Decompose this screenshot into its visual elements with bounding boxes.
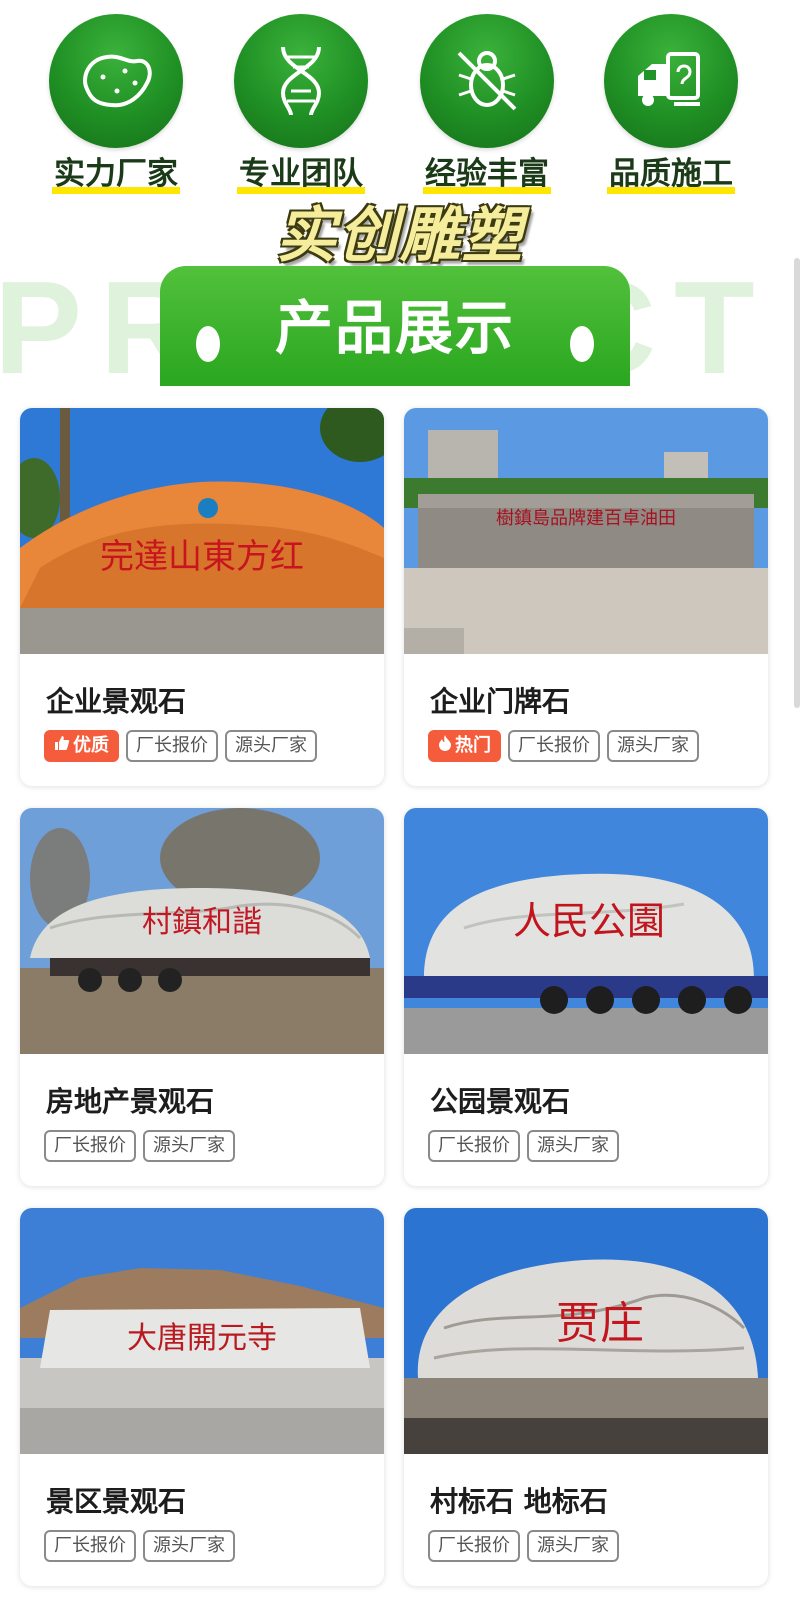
feature-item-experience[interactable]: 经验丰富 (412, 14, 562, 194)
feature-label: 实力厂家 (52, 154, 180, 194)
tag-list: 厂长报价 源头厂家 (428, 1130, 619, 1162)
svg-text:贾庄: 贾庄 (556, 1298, 644, 1349)
badge-quality: 优质 (44, 730, 119, 762)
feature-item-quality[interactable]: 品质施工 (596, 14, 746, 194)
product-card[interactable]: 村鎮和諧 房地产景观石 厂长报价 源头厂家 (20, 808, 384, 1186)
product-card[interactable]: 完達山東方红 企业景观石 优质 厂长报价 源头厂家 (20, 408, 384, 786)
feature-row: 实力厂家 专业团队 经验丰富 品质施工 (0, 14, 780, 204)
tag-source: 源头厂家 (607, 730, 699, 762)
decor-dot-right (570, 326, 594, 362)
tag-price: 厂长报价 (508, 730, 600, 762)
product-card[interactable]: 贾庄 村标石 地标石 厂长报价 源头厂家 (404, 1208, 768, 1586)
tag-list: 厂长报价 源头厂家 (44, 1530, 235, 1562)
product-card[interactable]: 人民公園 公园景观石 厂长报价 源头厂家 (404, 808, 768, 1186)
product-photo[interactable]: 大唐開元寺 (20, 1208, 384, 1454)
tag-list: 热门 厂长报价 源头厂家 (428, 730, 699, 762)
tag-price: 厂长报价 (428, 1530, 520, 1562)
potato-icon (49, 14, 183, 148)
truck-icon (604, 14, 738, 148)
tag-source: 源头厂家 (143, 1130, 235, 1162)
thumbs-up-icon (54, 732, 70, 760)
product-name: 景区景观石 (46, 1485, 187, 1518)
product-name: 房地产景观石 (46, 1085, 215, 1118)
svg-text:村鎮和諧: 村鎮和諧 (142, 905, 262, 940)
product-name: 企业景观石 (46, 685, 187, 718)
tag-source: 源头厂家 (527, 1130, 619, 1162)
tag-list: 厂长报价 源头厂家 (44, 1130, 235, 1162)
tag-price: 厂长报价 (428, 1130, 520, 1162)
product-photo[interactable]: 贾庄 (404, 1208, 768, 1454)
section-title: 产品展示 (274, 294, 515, 362)
feature-label: 经验丰富 (423, 154, 551, 194)
bug-block-icon (420, 14, 554, 148)
product-card[interactable]: 大唐開元寺 景区景观石 厂长报价 源头厂家 (20, 1208, 384, 1586)
feature-item-team[interactable]: 专业团队 (226, 14, 376, 194)
dna-icon (234, 14, 368, 148)
section-header: 产品展示 (160, 266, 630, 386)
brand-title: 实创雕塑 (276, 201, 524, 271)
tag-source: 源头厂家 (143, 1530, 235, 1562)
product-card[interactable]: 樹鎮島品牌建百卓油田 企业门牌石 热门 厂长报价 源头厂家 (404, 408, 768, 786)
product-name: 企业门牌石 (430, 685, 571, 718)
tag-source: 源头厂家 (527, 1530, 619, 1562)
product-name: 村标石 地标石 (430, 1485, 608, 1518)
badge-hot: 热门 (428, 730, 501, 762)
decor-dot-left (196, 326, 220, 362)
feature-label: 品质施工 (607, 154, 735, 194)
product-photo[interactable]: 完達山東方红 (20, 408, 384, 654)
product-photo[interactable]: 人民公園 (404, 808, 768, 1054)
tag-price: 厂长报价 (126, 730, 218, 762)
flame-icon (438, 732, 452, 760)
tag-source: 源头厂家 (225, 730, 317, 762)
tag-price: 厂长报价 (44, 1130, 136, 1162)
feature-item-strength[interactable]: 实力厂家 (41, 14, 191, 194)
product-name: 公园景观石 (430, 1085, 571, 1118)
tag-list: 优质 厂长报价 源头厂家 (44, 730, 317, 762)
feature-label: 专业团队 (237, 154, 365, 194)
product-photo[interactable]: 樹鎮島品牌建百卓油田 (404, 408, 768, 654)
svg-text:人民公園: 人民公園 (513, 899, 665, 943)
scrollbar[interactable] (794, 258, 800, 708)
svg-text:完達山東方红: 完達山東方红 (100, 537, 304, 577)
tag-list: 厂长报价 源头厂家 (428, 1530, 619, 1562)
product-photo[interactable]: 村鎮和諧 (20, 808, 384, 1054)
svg-text:樹鎮島品牌建百卓油田: 樹鎮島品牌建百卓油田 (496, 508, 676, 529)
tag-price: 厂长报价 (44, 1530, 136, 1562)
svg-text:大唐開元寺: 大唐開元寺 (127, 1321, 277, 1356)
